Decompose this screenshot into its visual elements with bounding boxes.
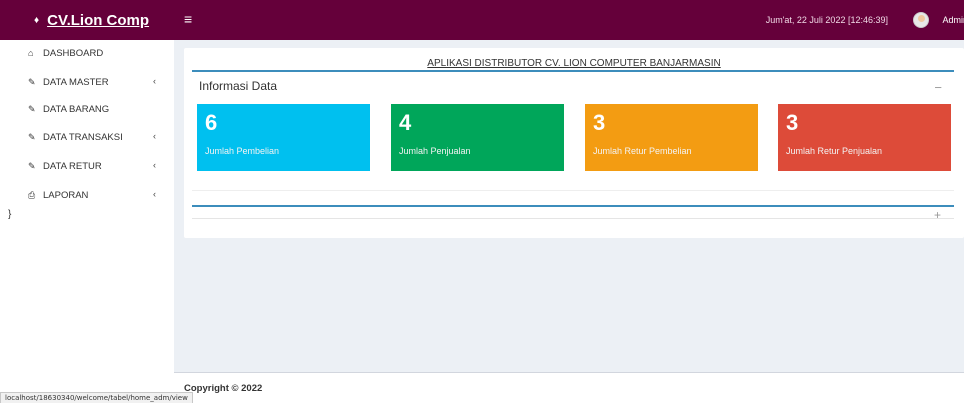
edit-icon: ✎ (28, 76, 36, 87)
collapse-icon[interactable]: − (934, 80, 942, 95)
stat-tile-pembelian: 6 Jumlah Pembelian (197, 104, 370, 171)
divider (192, 205, 954, 207)
sidebar-item-label: DATA MASTER (43, 76, 109, 88)
divider (192, 190, 954, 191)
divider (192, 218, 954, 219)
chevron-left-icon: ‹ (153, 189, 156, 199)
sidebar-item-data-retur[interactable]: ✎ DATA RETUR ‹ (0, 155, 174, 177)
stat-value: 6 (205, 110, 218, 135)
stat-label: Jumlah Retur Penjualan (786, 146, 883, 156)
sidebar: ⌂ DASHBOARD ✎ DATA MASTER ‹ ✎ DATA BARAN… (0, 40, 174, 403)
info-box: APLIKASI DISTRIBUTOR CV. LION COMPUTER B… (184, 48, 964, 238)
stat-value: 3 (786, 110, 799, 135)
stat-tile-retur-penjualan: 3 Jumlah Retur Penjualan (778, 104, 951, 171)
sidebar-item-dashboard[interactable]: ⌂ DASHBOARD (0, 42, 174, 64)
stat-tile-retur-pembelian: 3 Jumlah Retur Pembelian (585, 104, 758, 171)
sidebar-item-label: DATA BARANG (43, 103, 110, 115)
status-bar-url: localhost/18630340/welcome/tabel/home_ad… (0, 392, 193, 403)
sidebar-item-data-master[interactable]: ✎ DATA MASTER ‹ (0, 71, 174, 93)
expand-icon[interactable]: + (934, 208, 941, 222)
stat-value: 4 (399, 110, 412, 135)
sidebar-item-label: LAPORAN (43, 189, 89, 201)
sidebar-item-laporan[interactable]: ⎙ LAPORAN ‹ (0, 184, 174, 206)
logo[interactable]: ♦ CV.Lion Comp (0, 0, 174, 40)
copyright-text: Copyright © 2022 (184, 383, 263, 394)
logo-text[interactable]: CV.Lion Comp (47, 12, 149, 29)
stat-label: Jumlah Pembelian (205, 146, 280, 156)
edit-icon: ✎ (28, 160, 36, 171)
sidebar-item-label: DATA TRANSAKSI (43, 131, 123, 143)
stat-label: Jumlah Penjualan (399, 146, 471, 156)
sidebar-item-label: DASHBOARD (43, 47, 104, 59)
chevron-left-icon: ‹ (153, 76, 156, 86)
user-menu[interactable]: Admin (942, 15, 964, 25)
footer: Copyright © 2022 (174, 372, 964, 403)
page-title: APLIKASI DISTRIBUTOR CV. LION COMPUTER B… (427, 58, 721, 69)
stray-text: } (8, 209, 12, 220)
stat-value: 3 (593, 110, 606, 135)
edit-icon: ✎ (28, 131, 36, 142)
section-title: Informasi Data (199, 79, 278, 93)
sidebar-item-data-transaksi[interactable]: ✎ DATA TRANSAKSI ‹ (0, 126, 174, 148)
stat-label: Jumlah Retur Pembelian (593, 146, 692, 156)
print-icon: ⎙ (28, 189, 36, 200)
menu-toggle-icon[interactable]: ≡ (184, 11, 192, 27)
edit-icon: ✎ (28, 103, 36, 114)
sidebar-item-label: DATA RETUR (43, 160, 102, 172)
avatar[interactable] (913, 12, 929, 28)
divider (192, 70, 954, 72)
top-navbar: ≡ Jum'at, 22 Juli 2022 [12:46:39] Admin (174, 0, 964, 40)
chevron-left-icon: ‹ (153, 131, 156, 141)
chevron-left-icon: ‹ (153, 160, 156, 170)
sidebar-item-data-barang[interactable]: ✎ DATA BARANG (0, 98, 174, 120)
logo-icon: ♦ (34, 14, 40, 26)
stat-tile-penjualan: 4 Jumlah Penjualan (391, 104, 564, 171)
home-icon: ⌂ (28, 48, 34, 58)
datetime-display: Jum'at, 22 Juli 2022 [12:46:39] (765, 15, 888, 25)
